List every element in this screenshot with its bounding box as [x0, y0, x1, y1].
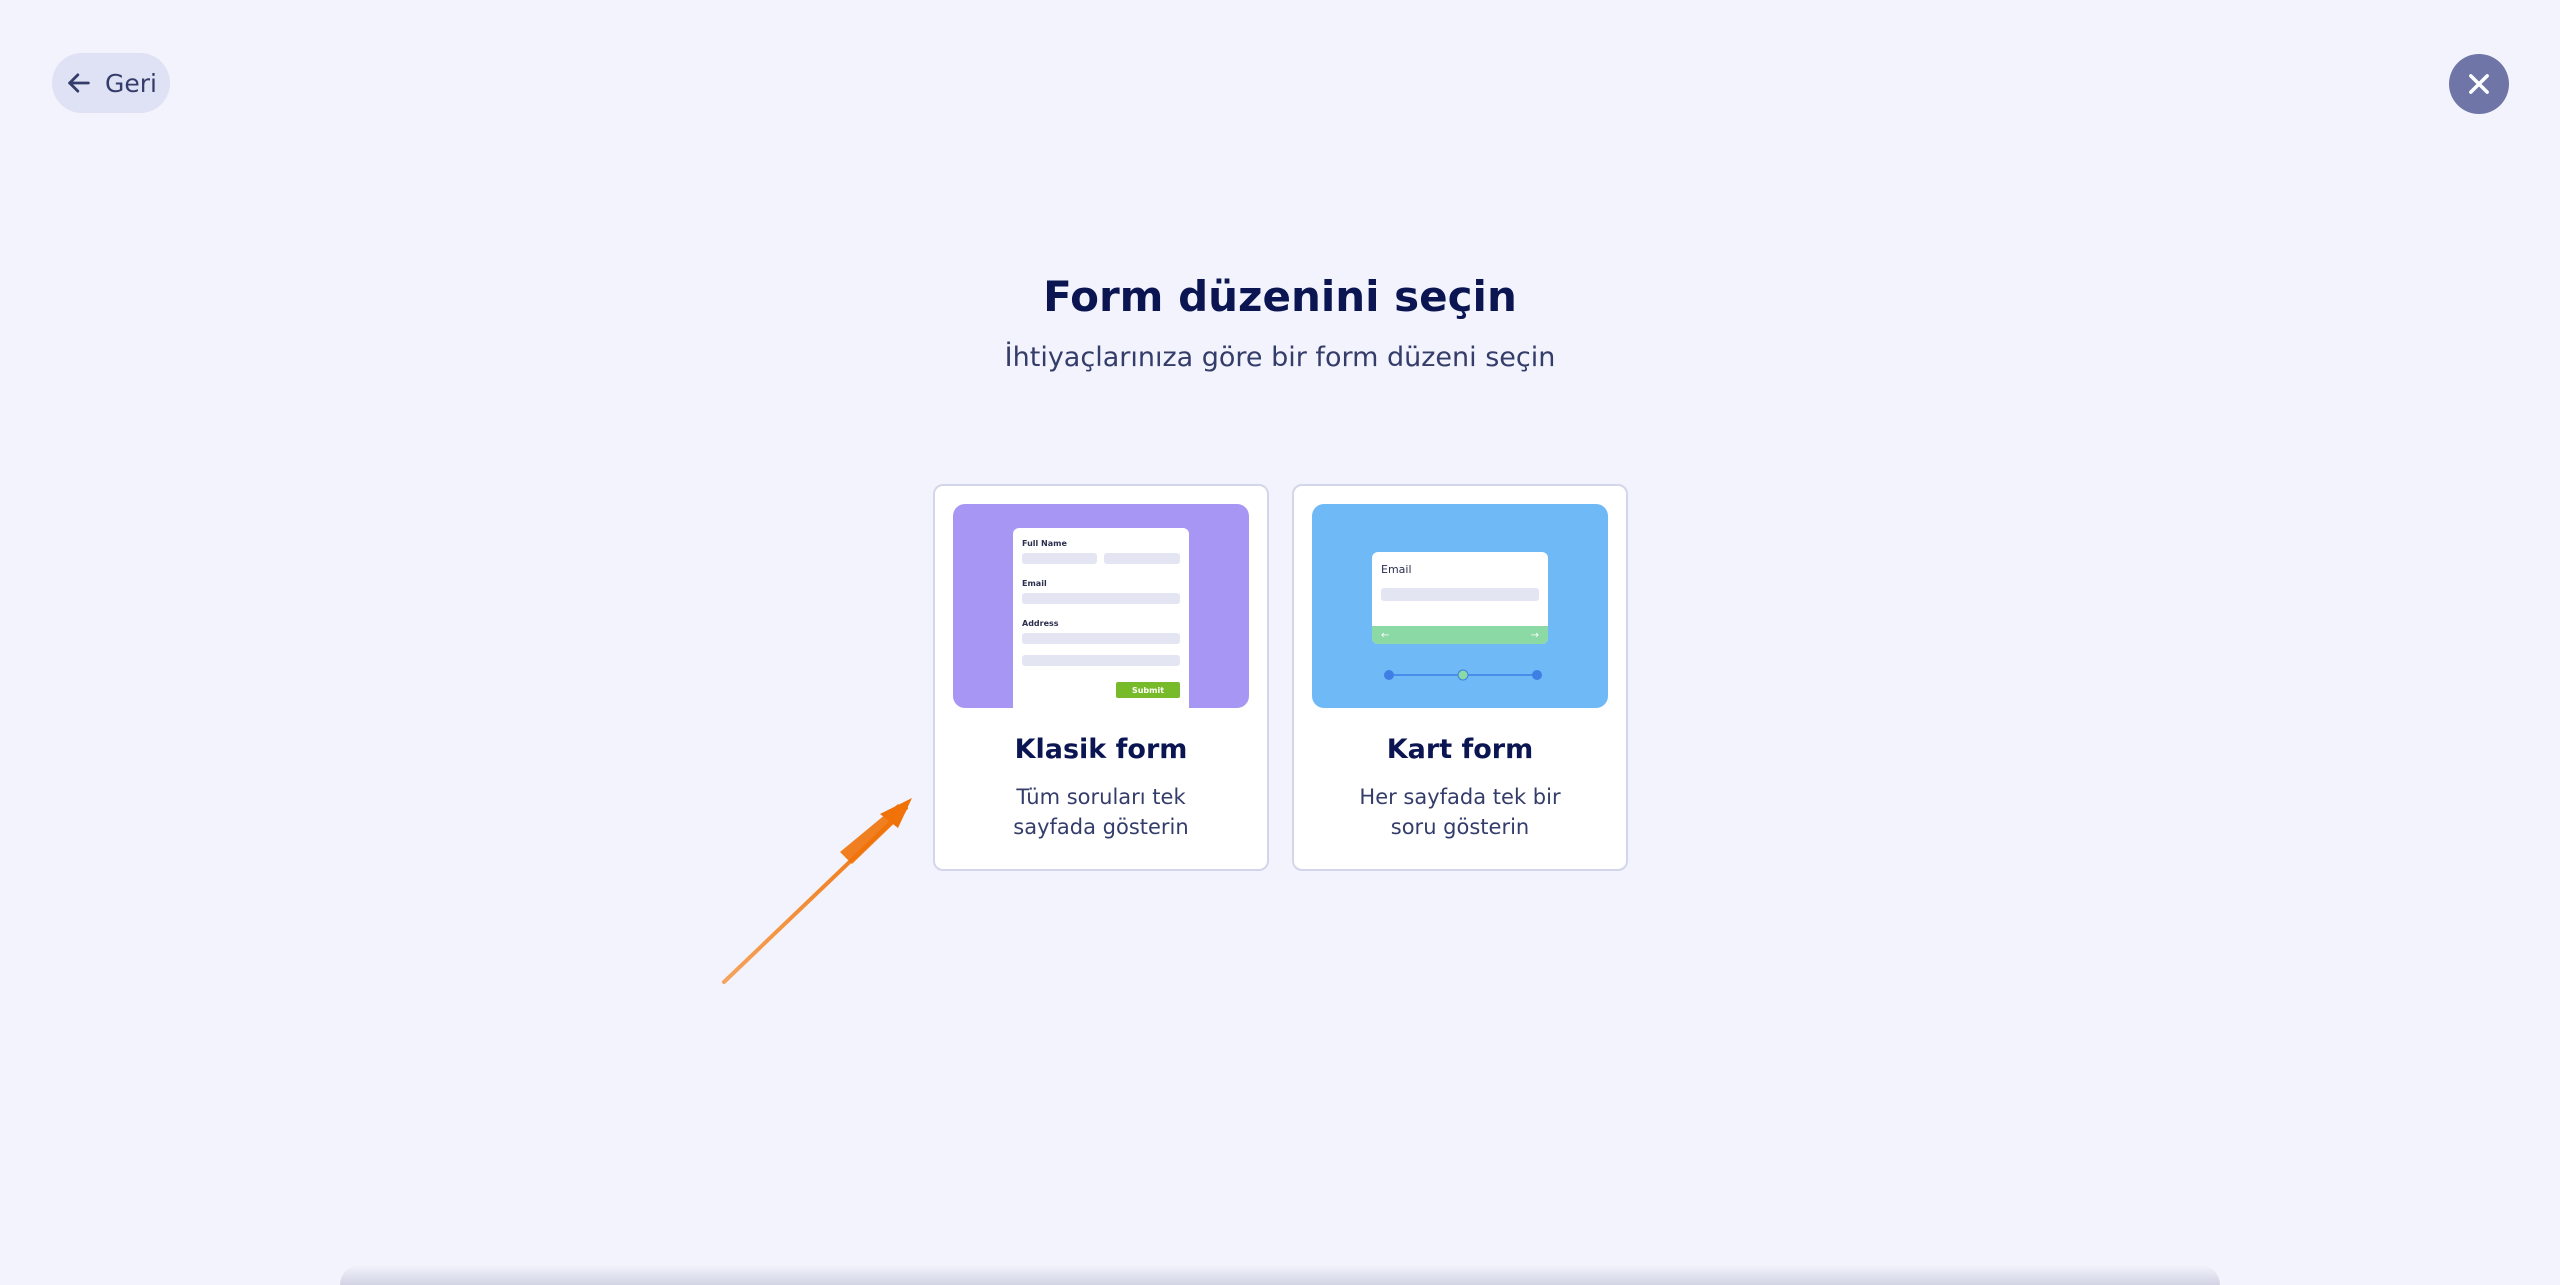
page-title: Form düzenini seçin: [1043, 272, 1517, 321]
preview-form: Full Name Email Address Submit: [1013, 528, 1189, 708]
close-button[interactable]: [2449, 54, 2509, 114]
back-button[interactable]: Geri: [52, 53, 170, 113]
card-form-preview: Email ← →: [1312, 504, 1608, 708]
annotation-arrow-icon: [722, 798, 912, 984]
arrow-left-icon: [68, 73, 90, 93]
preview-address-field: [1022, 633, 1180, 644]
preview-address-label: Address: [1022, 619, 1059, 628]
classic-form-title: Klasik form: [1014, 734, 1188, 765]
classic-form-preview: Full Name Email Address Submit: [953, 504, 1249, 708]
preview-address-field-2: [1022, 655, 1180, 666]
classic-form-description: Tüm soruları tek sayfada gösterin: [1013, 785, 1189, 839]
preview-submit-button: Submit: [1116, 682, 1180, 698]
preview-first-name-field: [1022, 553, 1097, 564]
page-subtitle: İhtiyaçlarınıza göre bir form düzeni seç…: [1004, 342, 1556, 373]
preview-prev-icon: ←: [1381, 629, 1390, 641]
card-form-description: Her sayfada tek bir soru gösterin: [1359, 785, 1561, 839]
preview-email-label: Email: [1022, 579, 1047, 588]
preview-card: Email ← →: [1372, 552, 1548, 644]
preview-card-email-label: Email: [1381, 563, 1412, 576]
classic-form-option[interactable]: Full Name Email Address Submit Klasik fo…: [933, 484, 1269, 871]
preview-next-icon: →: [1530, 629, 1539, 641]
back-button-label: Geri: [105, 68, 157, 98]
preview-last-name-field: [1104, 553, 1180, 564]
preview-email-field: [1022, 593, 1180, 604]
preview-full-name-label: Full Name: [1022, 539, 1067, 548]
close-icon: [2469, 74, 2489, 94]
preview-card-email-field: [1381, 588, 1539, 601]
card-form-option[interactable]: Email ← → Kart form Her sayfada tek bir …: [1292, 484, 1628, 871]
preview-card-nav: ← →: [1372, 626, 1548, 644]
bottom-panel-shadow: [340, 1265, 2220, 1285]
preview-progress-steps: [1384, 669, 1542, 681]
card-form-title: Kart form: [1386, 734, 1534, 765]
